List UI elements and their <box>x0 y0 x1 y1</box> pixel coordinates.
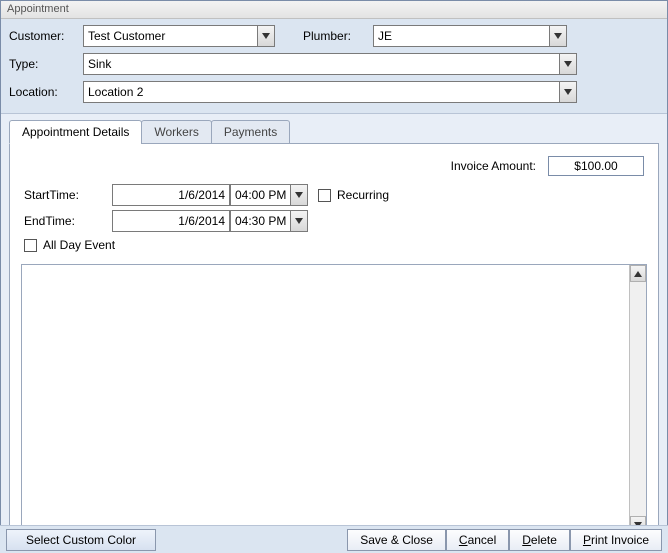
customer-input[interactable] <box>83 25 257 47</box>
print-invoice-button[interactable]: Print Invoice <box>570 529 662 551</box>
delete-button[interactable]: Delete <box>509 529 570 551</box>
type-input[interactable] <box>83 53 559 75</box>
starttime-label: StartTime: <box>24 188 112 202</box>
recurring-label: Recurring <box>337 188 389 202</box>
chevron-up-icon <box>634 271 642 277</box>
header-panel: Customer: Plumber: Type: Location: <box>1 19 667 114</box>
notes-scrollbar[interactable] <box>629 265 646 533</box>
invoice-amount-label: Invoice Amount: <box>451 159 536 173</box>
endtime-label: EndTime: <box>24 214 112 228</box>
tabs-area: Appointment Details Workers Payments Inv… <box>1 114 667 547</box>
window-title: Appointment <box>7 3 69 15</box>
end-time-input[interactable] <box>230 210 290 232</box>
tab-workers[interactable]: Workers <box>141 120 211 144</box>
plumber-dropdown-button[interactable] <box>549 25 567 47</box>
start-time-dropdown-button[interactable] <box>290 184 308 206</box>
end-time-dropdown-button[interactable] <box>290 210 308 232</box>
save-close-button[interactable]: Save & Close <box>347 529 446 551</box>
footer-bar: Select Custom Color Save & Close Cancel … <box>0 525 668 553</box>
tab-strip: Appointment Details Workers Payments <box>9 120 659 144</box>
customer-label: Customer: <box>9 29 83 43</box>
start-time-combo[interactable] <box>230 184 308 206</box>
chevron-down-icon <box>295 192 303 198</box>
tab-appointment-details[interactable]: Appointment Details <box>9 120 142 144</box>
customer-combo[interactable] <box>83 25 275 47</box>
location-combo[interactable] <box>83 81 577 103</box>
all-day-label: All Day Event <box>43 238 115 252</box>
plumber-input[interactable] <box>373 25 549 47</box>
customer-dropdown-button[interactable] <box>257 25 275 47</box>
type-combo[interactable] <box>83 53 577 75</box>
tab-panel-details: Invoice Amount: $100.00 StartTime: Recur… <box>9 143 659 547</box>
notes-container <box>21 264 647 534</box>
all-day-checkbox[interactable] <box>24 239 37 252</box>
select-custom-color-button[interactable]: Select Custom Color <box>6 529 156 551</box>
notes-textarea[interactable] <box>22 265 629 533</box>
recurring-checkbox[interactable] <box>318 189 331 202</box>
type-dropdown-button[interactable] <box>559 53 577 75</box>
chevron-down-icon <box>262 33 270 39</box>
chevron-down-icon <box>554 33 562 39</box>
cancel-button[interactable]: Cancel <box>446 529 509 551</box>
plumber-label: Plumber: <box>303 29 373 43</box>
start-date-input[interactable] <box>112 184 230 206</box>
type-label: Type: <box>9 57 83 71</box>
scroll-track[interactable] <box>630 282 646 516</box>
plumber-combo[interactable] <box>373 25 567 47</box>
chevron-down-icon <box>564 61 572 67</box>
end-date-input[interactable] <box>112 210 230 232</box>
scroll-up-button[interactable] <box>630 265 646 282</box>
window-titlebar: Appointment <box>1 1 667 19</box>
location-label: Location: <box>9 85 83 99</box>
chevron-down-icon <box>295 218 303 224</box>
end-time-combo[interactable] <box>230 210 308 232</box>
location-input[interactable] <box>83 81 559 103</box>
start-time-input[interactable] <box>230 184 290 206</box>
tab-payments[interactable]: Payments <box>211 120 290 144</box>
location-dropdown-button[interactable] <box>559 81 577 103</box>
chevron-down-icon <box>564 89 572 95</box>
invoice-amount-value: $100.00 <box>548 156 644 176</box>
